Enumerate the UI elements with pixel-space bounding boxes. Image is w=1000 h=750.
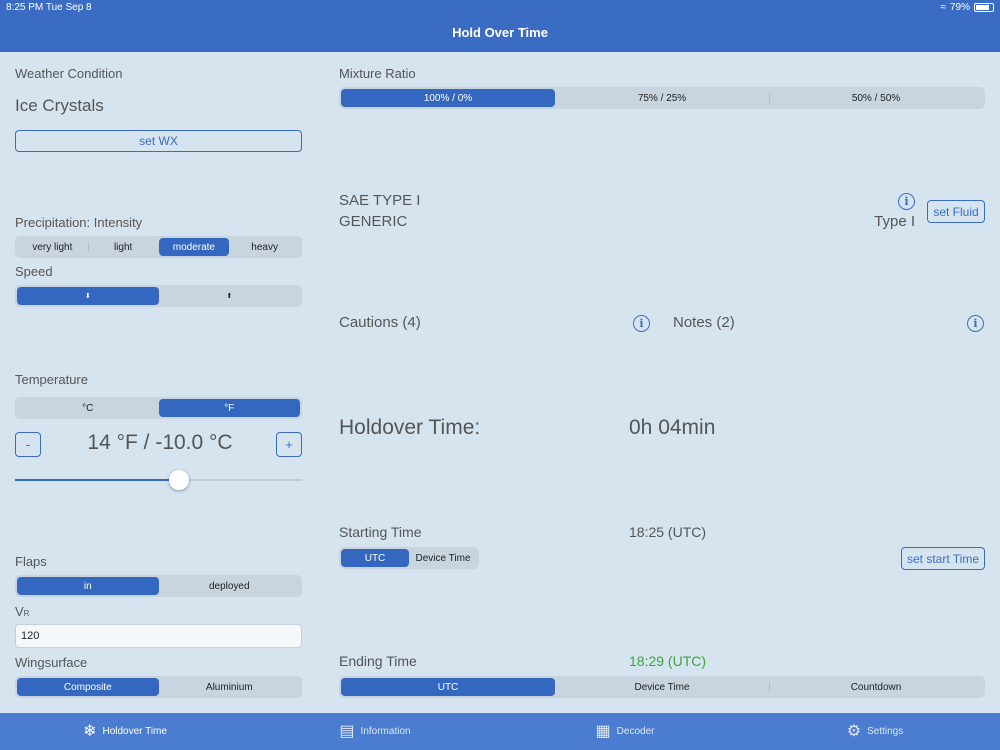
tab-bar: ❄ Holdover Time ▤ Information ▦ Decoder …: [0, 713, 1000, 750]
notes-info-icon[interactable]: i: [967, 315, 984, 332]
tab-decoder[interactable]: ▦ Decoder: [500, 713, 750, 750]
wing-option-composite[interactable]: Composite: [17, 678, 159, 696]
precipitation-intensity-label: Precipitation: Intensity: [15, 215, 143, 230]
mixture-option-75-25[interactable]: 75% / 25%: [555, 89, 769, 107]
end-option-utc[interactable]: UTC: [341, 678, 555, 696]
end-option-device-time[interactable]: Device Time: [555, 678, 769, 696]
precip-option-light[interactable]: light: [87, 238, 159, 256]
wifi-icon: ≈: [940, 2, 946, 13]
precip-option-very-light[interactable]: very light: [17, 238, 88, 256]
start-option-device-time[interactable]: Device Time: [409, 549, 477, 567]
wingsurface-segmented: Composite Aluminium: [15, 676, 302, 698]
weather-condition-label: Weather Condition: [15, 66, 123, 81]
end-option-countdown[interactable]: Countdown: [769, 678, 983, 696]
start-option-utc[interactable]: UTC: [341, 549, 409, 567]
tab-information[interactable]: ▤ Information: [250, 713, 500, 750]
flaps-label: Flaps: [15, 554, 47, 569]
ending-time-mode-segmented: UTC Device Time Countdown: [339, 676, 985, 698]
speed-option-up-icon[interactable]: ⬆: [159, 287, 301, 305]
cautions-label[interactable]: Cautions (4): [339, 314, 421, 331]
ending-time-value: 18:29 (UTC): [629, 653, 707, 669]
vr-label-main: V: [15, 604, 24, 619]
cautions-info-icon[interactable]: i: [633, 315, 650, 332]
temperature-slider-track[interactable]: [15, 479, 302, 481]
starting-time-label: Starting Time: [339, 524, 422, 540]
nav-bar: Hold Over Time: [0, 16, 1000, 52]
set-wx-button[interactable]: set WX: [15, 130, 302, 152]
battery-percent: 79%: [949, 2, 970, 13]
fluid-type: Type I: [874, 213, 915, 230]
mixture-option-100-0[interactable]: 100% / 0%: [341, 89, 555, 107]
book-icon: ▤: [339, 722, 355, 740]
temperature-value: 14 °F / -10.0 °C: [87, 431, 233, 454]
battery-icon: [974, 3, 994, 12]
tab-holdover-time[interactable]: ❄ Holdover Time: [0, 713, 250, 750]
status-time: 8:25 PM Tue Sep 8: [6, 2, 92, 13]
temperature-unit-segmented: °C °F: [15, 397, 302, 419]
starting-time-value: 18:25 (UTC): [629, 524, 707, 540]
holdover-time-value: 0h 04min: [629, 416, 716, 439]
status-bar: 8:25 PM Tue Sep 8 ≈ 79%: [0, 0, 1000, 16]
precip-option-moderate[interactable]: moderate: [158, 238, 230, 256]
page-title: Hold Over Time: [452, 25, 548, 40]
flaps-segmented: in deployed: [15, 575, 302, 597]
fluid-name-line2: GENERIC: [339, 213, 408, 230]
gear-icon: ⚙: [846, 722, 862, 740]
precipitation-intensity-segmented: very light light moderate heavy: [15, 236, 302, 258]
temperature-slider-fill: [15, 479, 179, 481]
flaps-option-in[interactable]: in: [17, 577, 159, 595]
status-right: ≈ 79%: [940, 2, 994, 13]
mixture-ratio-segmented: 100% / 0% 75% / 25% 50% / 50%: [339, 87, 985, 109]
set-fluid-button[interactable]: set Fluid: [927, 200, 985, 223]
tab-label: Information: [360, 726, 411, 737]
speed-label: Speed: [15, 264, 53, 279]
mixture-option-50-50[interactable]: 50% / 50%: [769, 89, 983, 107]
speed-segmented: ⬇ ⬆: [15, 285, 302, 307]
fluid-info-icon[interactable]: i: [898, 193, 915, 210]
temperature-decrement-button[interactable]: -: [15, 432, 41, 457]
tab-label: Holdover Time: [102, 726, 167, 737]
speed-option-down-icon[interactable]: ⬇: [17, 287, 159, 305]
weather-condition-value: Ice Crystals: [15, 96, 104, 115]
vr-input[interactable]: 120: [15, 624, 302, 648]
snowflake-icon: ❄: [83, 722, 97, 740]
tab-label: Decoder: [616, 726, 655, 737]
temperature-increment-button[interactable]: +: [276, 432, 302, 457]
vr-label-sub: R: [23, 609, 30, 618]
vr-label: VR: [15, 604, 29, 619]
unit-option-celsius[interactable]: °C: [17, 399, 159, 417]
wing-option-aluminium[interactable]: Aluminium: [159, 678, 301, 696]
notes-label[interactable]: Notes (2): [673, 314, 735, 331]
tab-label: Settings: [867, 726, 904, 737]
starting-time-zone-segmented: UTC Device Time: [339, 547, 479, 569]
mixture-ratio-label: Mixture Ratio: [339, 66, 416, 81]
flaps-option-deployed[interactable]: deployed: [159, 577, 301, 595]
set-start-time-button[interactable]: set start Time: [901, 547, 985, 570]
holdover-time-label: Holdover Time:: [339, 416, 481, 439]
ending-time-label: Ending Time: [339, 653, 417, 669]
temperature-slider-thumb[interactable]: [168, 470, 189, 490]
wingsurface-label: Wingsurface: [15, 655, 88, 670]
fluid-name-line1: SAE TYPE I: [339, 192, 421, 209]
precip-option-heavy[interactable]: heavy: [229, 238, 300, 256]
unit-option-fahrenheit[interactable]: °F: [158, 399, 300, 417]
tab-settings[interactable]: ⚙ Settings: [750, 713, 1000, 750]
decoder-icon: ▦: [595, 722, 611, 740]
temperature-label: Temperature: [15, 372, 88, 387]
